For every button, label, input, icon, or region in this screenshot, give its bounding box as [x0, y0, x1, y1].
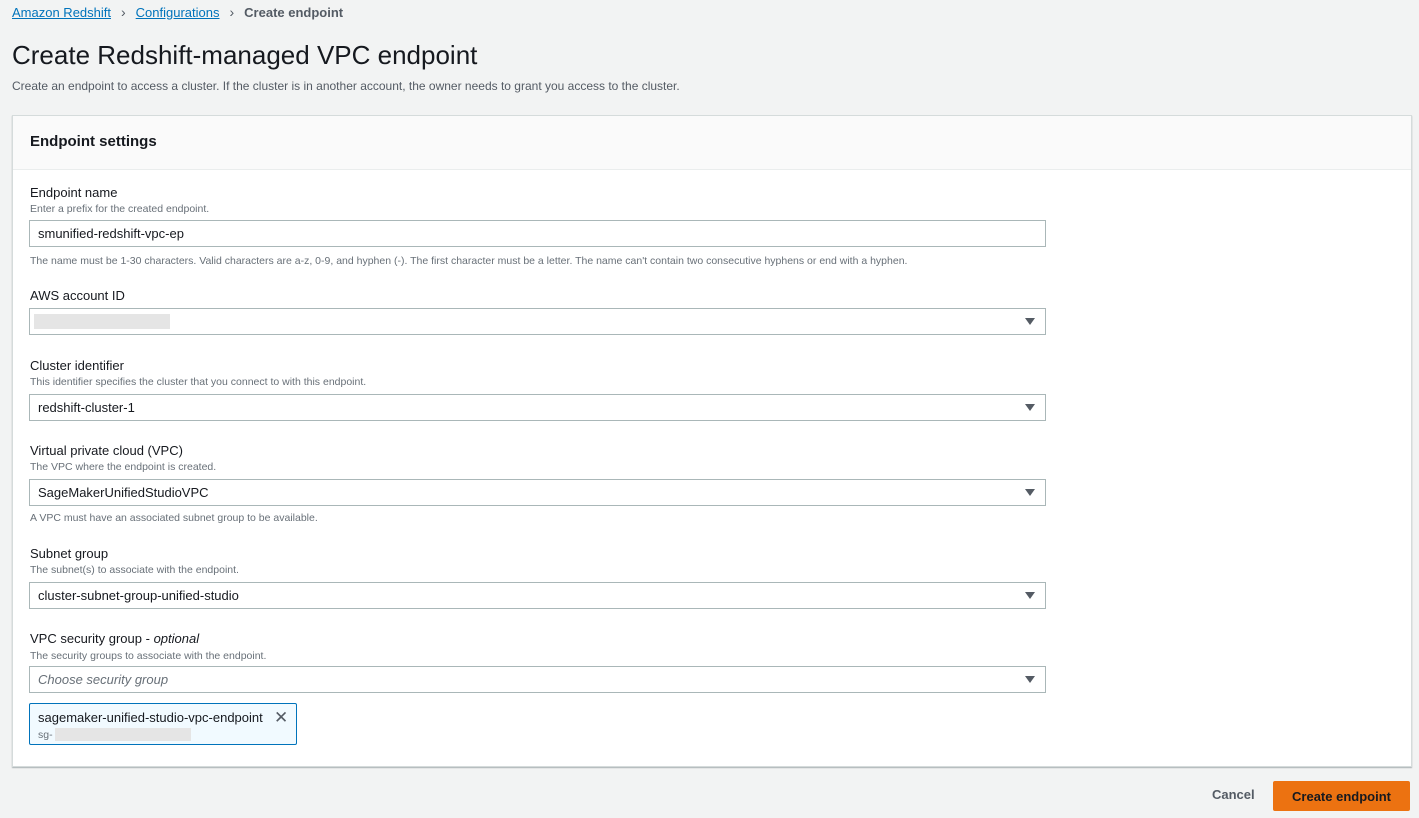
token-id-prefix: sg- — [38, 728, 53, 741]
create-endpoint-button[interactable]: Create endpoint — [1273, 781, 1410, 811]
cluster-label: Cluster identifier — [30, 358, 124, 373]
vpc-value: SageMakerUnifiedStudioVPC — [38, 485, 209, 500]
endpoint-name-hint: Enter a prefix for the created endpoint. — [30, 203, 210, 215]
endpoint-name-constraint: The name must be 1-30 characters. Valid … — [30, 255, 908, 267]
redacted-value — [34, 314, 170, 329]
optional-tag: optional — [153, 631, 200, 646]
subnet-select[interactable]: cluster-subnet-group-unified-studio — [29, 582, 1046, 609]
panel-header: Endpoint settings — [13, 116, 1411, 170]
chevron-right-icon: › — [121, 4, 126, 20]
cluster-hint: This identifier specifies the cluster th… — [30, 376, 367, 388]
subnet-hint: The subnet(s) to associate with the endp… — [30, 564, 239, 576]
security-group-select[interactable]: Choose security group — [29, 666, 1046, 693]
caret-down-icon — [1025, 404, 1035, 411]
caret-down-icon — [1025, 592, 1035, 599]
caret-down-icon — [1025, 676, 1035, 683]
breadcrumb-configurations[interactable]: Configurations — [136, 5, 220, 20]
page-title: Create Redshift-managed VPC endpoint — [12, 40, 478, 70]
security-group-token: sagemaker-unified-studio-vpc-endpoint ✕ … — [29, 703, 297, 745]
security-group-label: VPC security group - optional — [30, 631, 199, 646]
caret-down-icon — [1025, 489, 1035, 496]
chevron-right-icon: › — [229, 4, 235, 20]
redacted-value — [54, 728, 191, 741]
close-icon[interactable]: ✕ — [274, 708, 288, 728]
breadcrumb-amazon-redshift[interactable]: Amazon Redshift — [12, 5, 111, 20]
caret-down-icon — [1025, 318, 1035, 325]
vpc-hint: The VPC where the endpoint is created. — [30, 461, 217, 473]
token-name: sagemaker-unified-studio-vpc-endpoint — [38, 710, 263, 725]
cluster-value: redshift-cluster-1 — [38, 400, 135, 415]
panel-title: Endpoint settings — [30, 133, 157, 150]
cancel-button[interactable]: Cancel — [1212, 787, 1255, 802]
cluster-select[interactable]: redshift-cluster-1 — [29, 394, 1046, 421]
breadcrumb: Amazon Redshift › Configurations › Creat… — [12, 4, 343, 20]
vpc-label: Virtual private cloud (VPC) — [30, 443, 183, 458]
subnet-label: Subnet group — [30, 546, 109, 561]
endpoint-settings-panel: Endpoint settings Endpoint name Enter a … — [12, 115, 1412, 767]
security-group-label-text: VPC security group - — [30, 631, 150, 646]
endpoint-name-value: smunified-redshift-vpc-ep — [38, 226, 184, 241]
endpoint-name-input[interactable]: smunified-redshift-vpc-ep — [29, 220, 1046, 247]
security-group-placeholder: Choose security group — [38, 672, 169, 687]
vpc-note: A VPC must have an associated subnet gro… — [30, 512, 318, 524]
token-id: sg- — [38, 728, 191, 741]
breadcrumb-current: Create endpoint — [244, 4, 344, 20]
account-id-select[interactable] — [29, 308, 1046, 335]
vpc-select[interactable]: SageMakerUnifiedStudioVPC — [29, 479, 1046, 506]
endpoint-name-label: Endpoint name — [30, 185, 118, 200]
page-description: Create an endpoint to access a cluster. … — [12, 79, 680, 93]
security-group-hint: The security groups to associate with th… — [30, 650, 267, 662]
subnet-value: cluster-subnet-group-unified-studio — [38, 588, 239, 603]
account-id-label: AWS account ID — [30, 288, 125, 303]
